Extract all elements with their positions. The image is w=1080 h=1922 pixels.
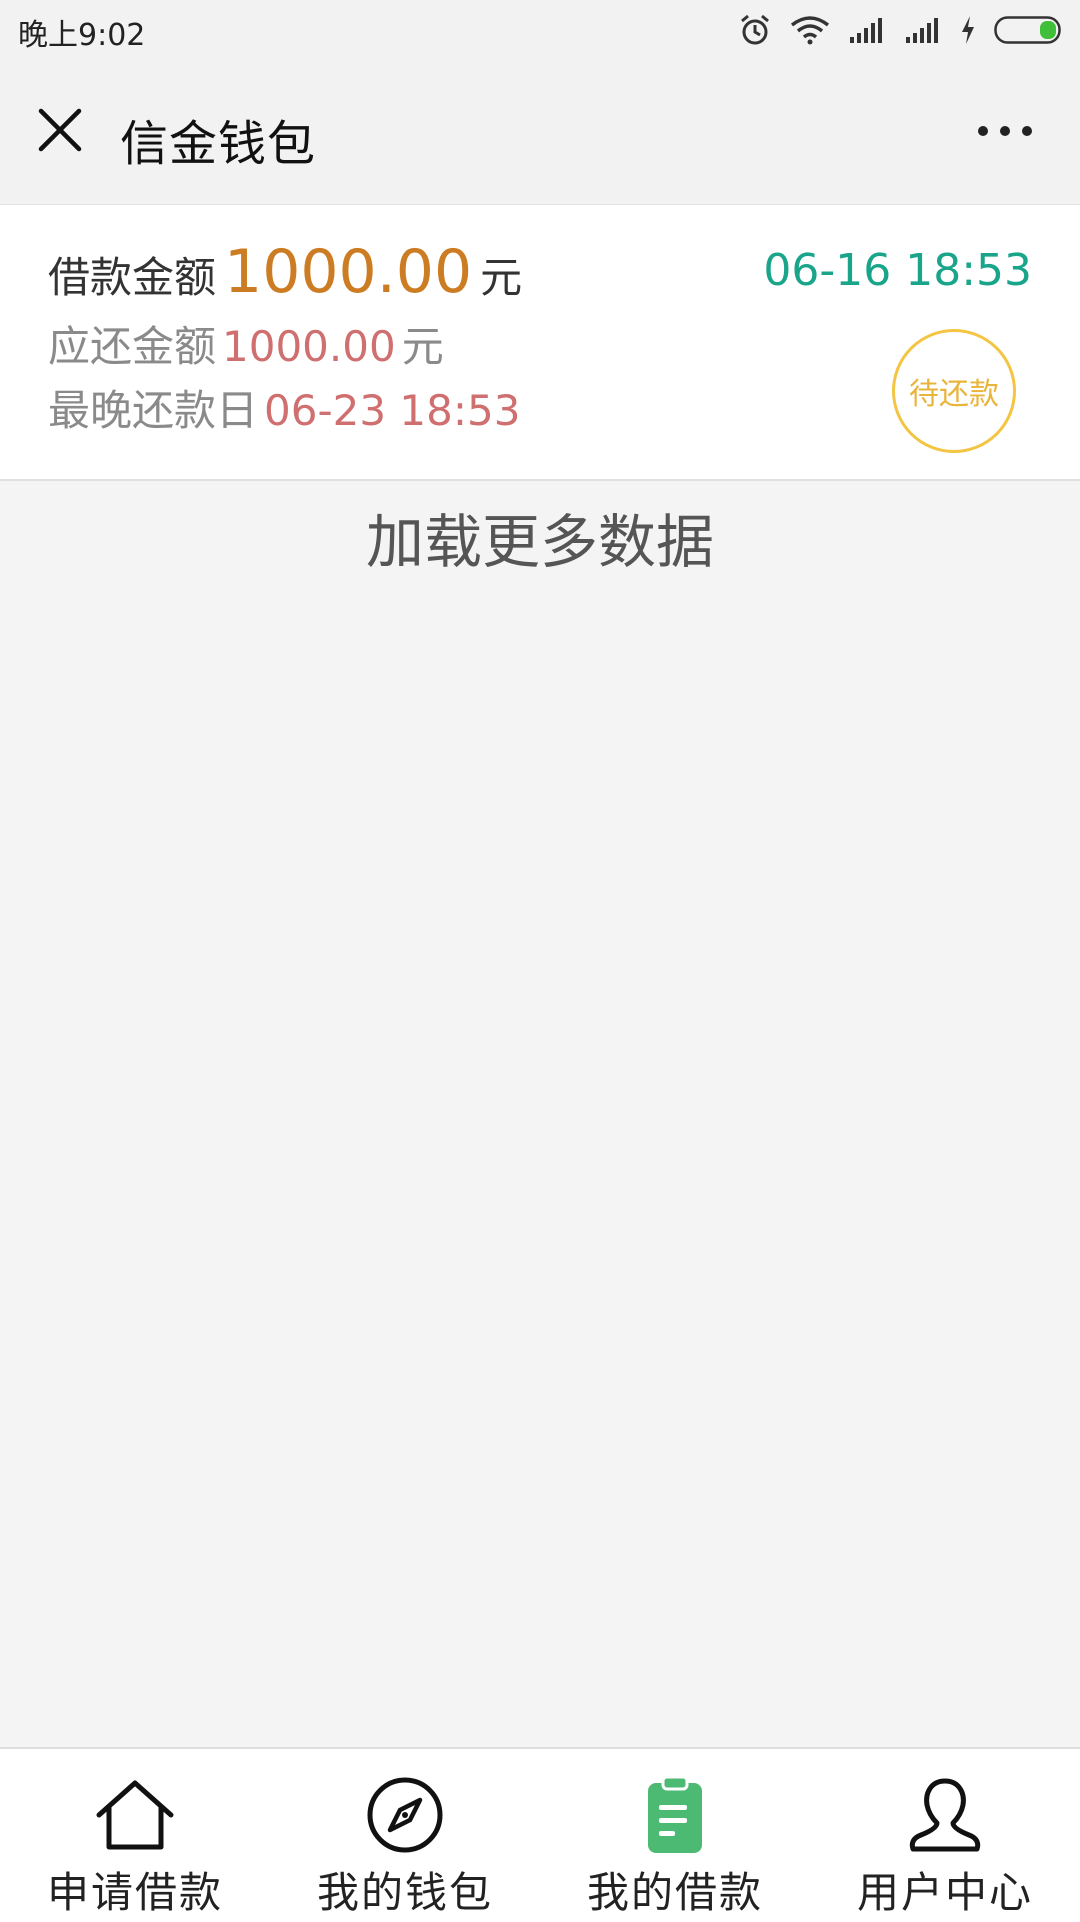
tab-label: 我的钱包 (316, 1868, 493, 1917)
loan-record-card[interactable]: 借款金额 1000.00 元 06-16 18:53 应还金额 1000.00 元 最晚… (0, 205, 1080, 481)
tab-user-center[interactable]: 用户中心 (810, 1749, 1080, 1922)
tab-label: 申请借款 (46, 1868, 223, 1917)
signal-icon (850, 18, 882, 43)
clipboard-icon (633, 1773, 717, 1857)
deadline-value: 06-23 18:53 (264, 386, 521, 435)
loan-date: 06-16 18:53 (763, 245, 1032, 296)
status-icons (738, 12, 1064, 48)
tab-my-loans[interactable]: 我的借款 (540, 1749, 810, 1922)
status-bar: 晚上9:02 (0, 0, 1080, 60)
due-amount-unit: 元 (401, 322, 444, 371)
tab-label: 我的借款 (586, 1868, 763, 1917)
page-title: 信金钱包 (120, 116, 317, 172)
home-icon (93, 1773, 177, 1857)
battery-icon (994, 16, 1061, 44)
close-button[interactable] (30, 100, 90, 160)
load-more-button[interactable]: 加载更多数据 (0, 495, 1080, 579)
compass-icon (363, 1773, 447, 1857)
loan-amount-label: 借款金额 (48, 253, 217, 302)
title-bar: 信金钱包 (0, 60, 1080, 205)
user-icon (903, 1773, 987, 1857)
due-amount-value: 1000.00 (222, 322, 396, 371)
wifi-icon (790, 16, 830, 45)
tab-my-wallet[interactable]: 我的钱包 (270, 1749, 540, 1922)
tab-label: 用户中心 (856, 1868, 1033, 1917)
close-icon (38, 108, 82, 152)
loan-amount-row: 借款金额 1000.00 元 (48, 237, 522, 307)
charging-icon (962, 16, 974, 44)
deadline-row: 最晚还款日 06-23 18:53 (48, 377, 526, 438)
more-button[interactable] (970, 106, 1040, 156)
deadline-label: 最晚还款日 (48, 386, 259, 435)
status-badge: 待还款 (892, 329, 1016, 453)
status-time: 晚上9:02 (18, 18, 146, 53)
due-amount-row: 应还金额 1000.00 元 (48, 313, 444, 374)
loan-amount-value: 1000.00 (224, 237, 473, 307)
bottom-tab-bar: 申请借款 我的钱包 我的借款 用户中心 (0, 1747, 1080, 1922)
loan-amount-unit: 元 (480, 253, 523, 302)
signal-icon (906, 18, 938, 43)
more-icon (978, 126, 1032, 136)
alarm-icon (741, 14, 769, 45)
tab-apply-loan[interactable]: 申请借款 (0, 1749, 270, 1922)
due-amount-label: 应还金额 (48, 322, 217, 371)
